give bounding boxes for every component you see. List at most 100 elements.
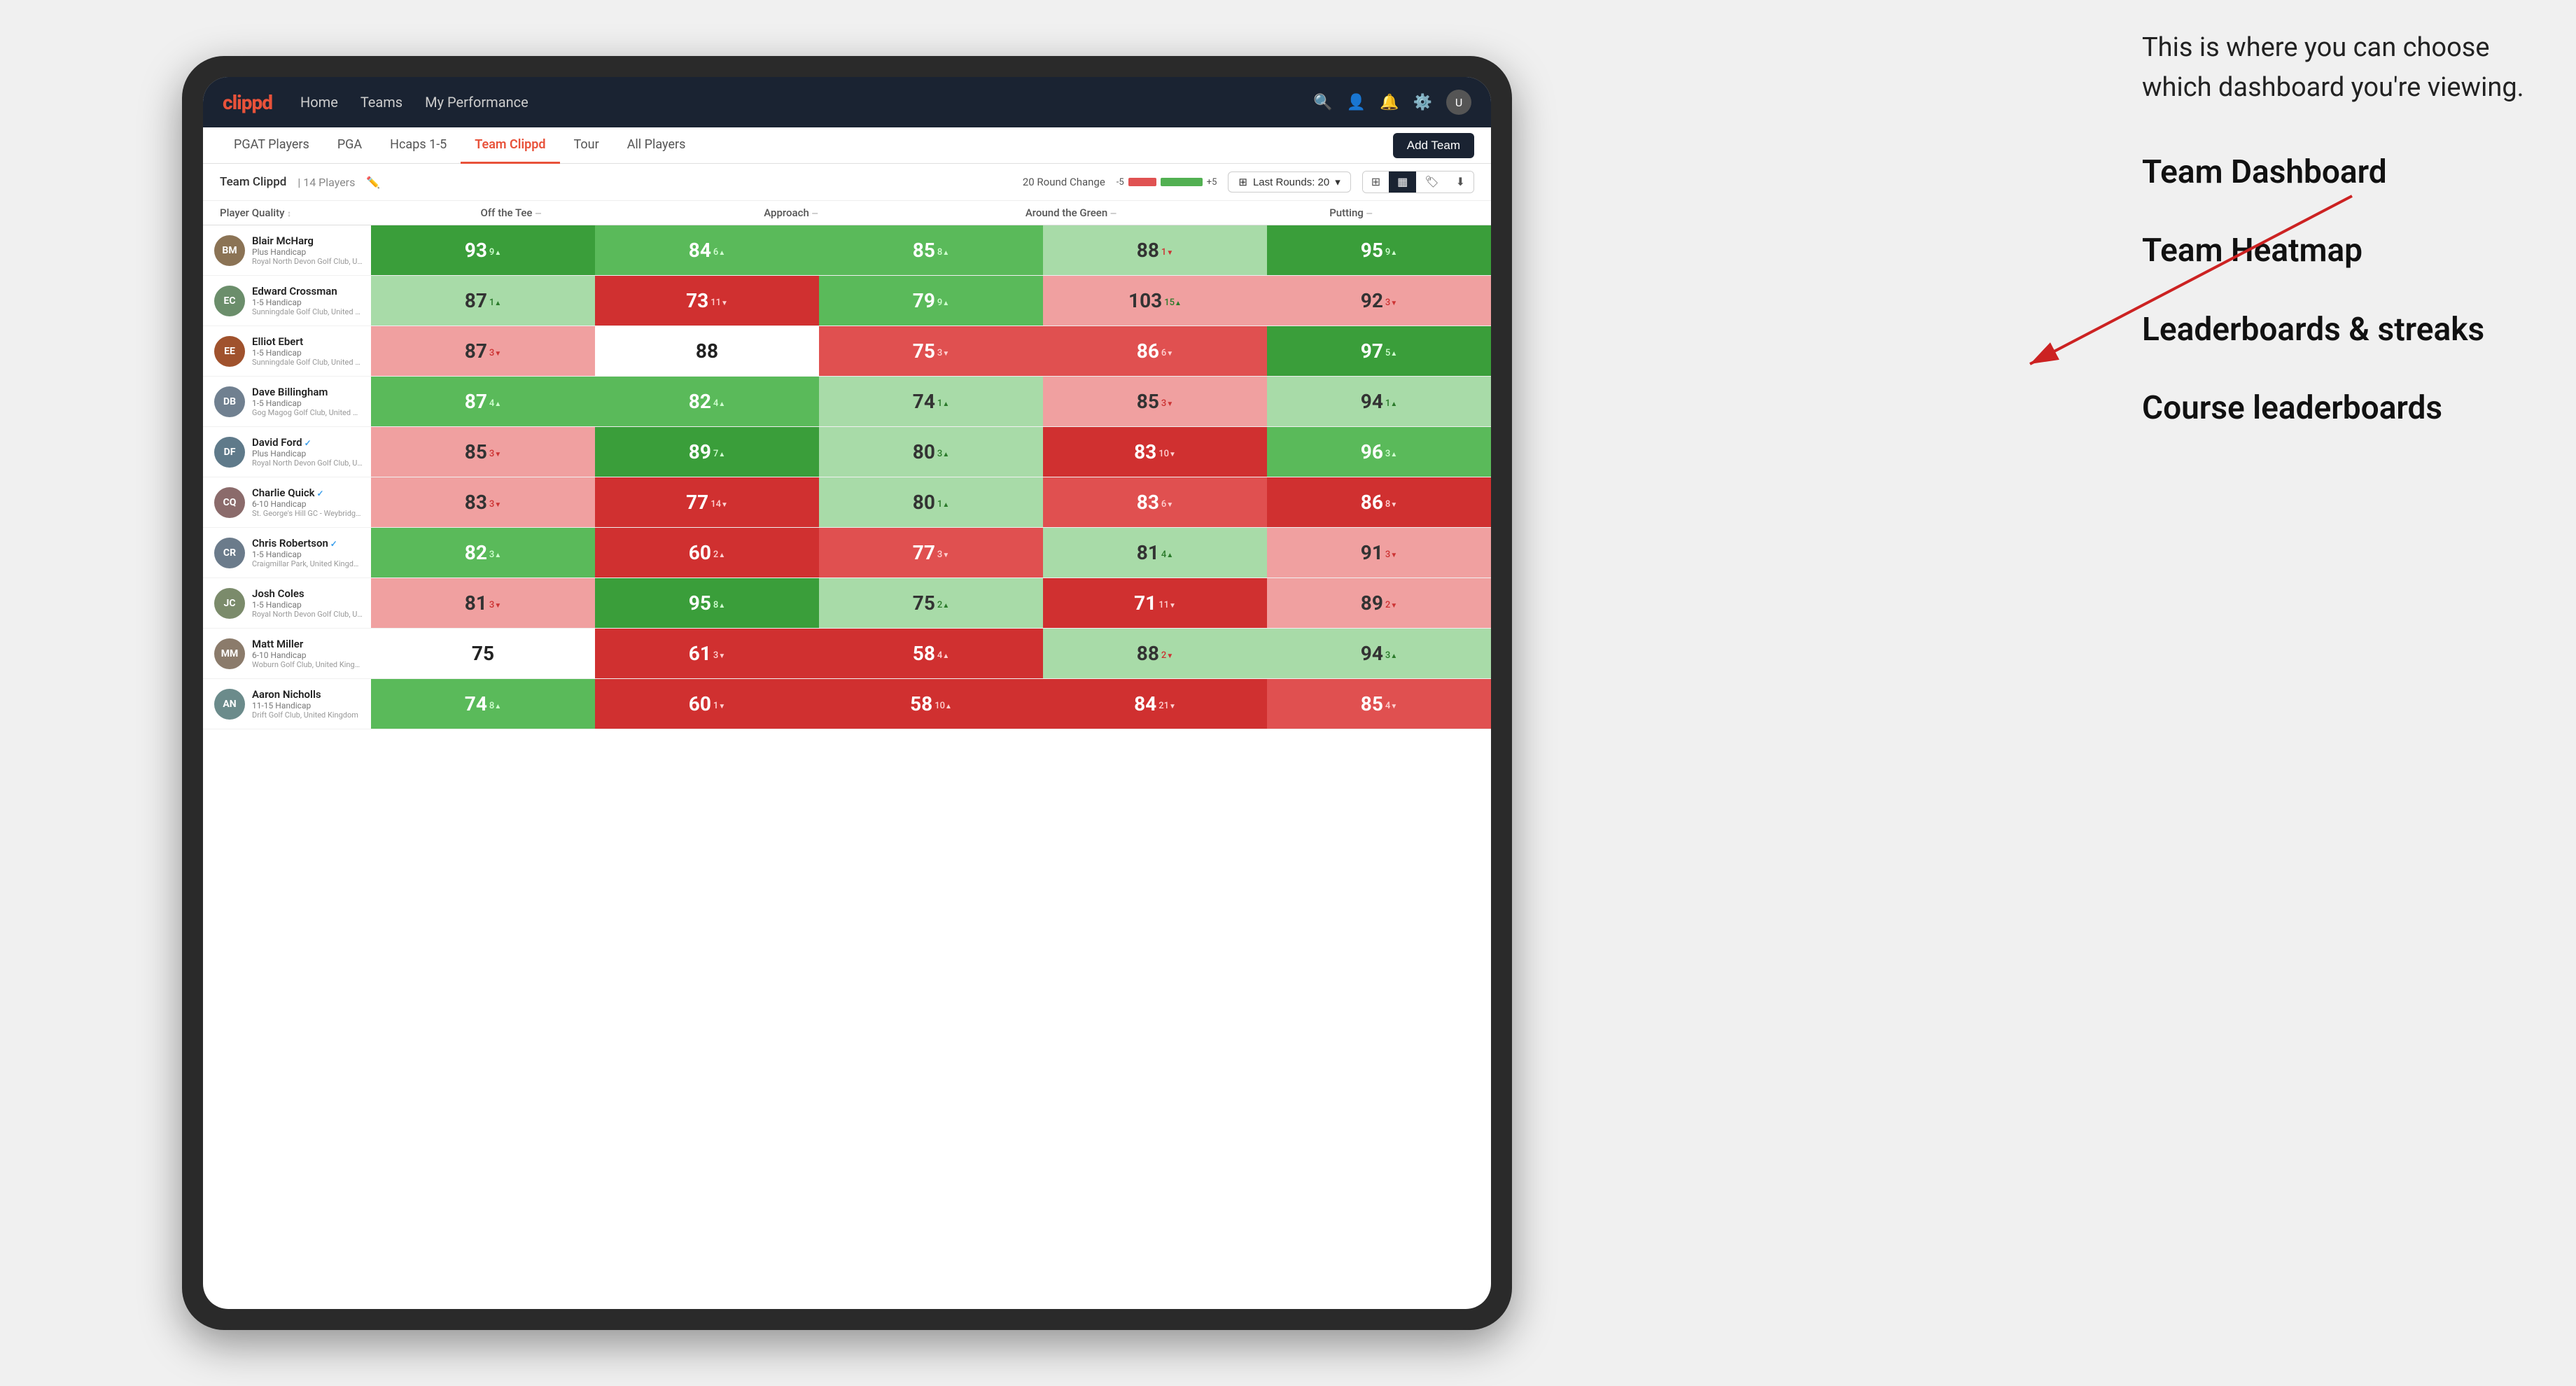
score-value: 61 (689, 642, 711, 665)
score-cell: 892 (1267, 578, 1491, 628)
bell-icon[interactable]: 🔔 (1380, 94, 1399, 111)
avatar: EE (214, 336, 245, 367)
score-cell: 799 (819, 276, 1043, 326)
score-inner: 7714 (686, 491, 728, 514)
search-icon[interactable]: 🔍 (1313, 94, 1332, 111)
score-value: 75 (472, 642, 494, 665)
score-cell: 823 (371, 528, 595, 578)
score-change: 1 (937, 499, 949, 510)
score-change: 1 (1385, 398, 1397, 409)
player-row[interactable]: CRChris Robertson ✓1-5 HandicapCraigmill… (203, 528, 1491, 578)
score-cell: 882 (1043, 629, 1267, 678)
score-inner: 939 (465, 239, 501, 262)
player-row[interactable]: MMMatt Miller6-10 HandicapWoburn Golf Cl… (203, 629, 1491, 679)
avatar[interactable]: U (1446, 90, 1471, 115)
score-change: 8 (489, 701, 501, 711)
player-row[interactable]: JCJosh Coles1-5 HandicapRoyal North Devo… (203, 578, 1491, 629)
player-handicap: Plus Handicap (252, 449, 363, 458)
nav-link-teams[interactable]: Teams (360, 94, 402, 111)
nav-links: Home Teams My Performance (300, 94, 1313, 111)
tab-hcaps[interactable]: Hcaps 1-5 (376, 127, 461, 164)
table-view-button[interactable]: ▦ (1389, 172, 1416, 192)
player-row[interactable]: EEElliot Ebert1-5 HandicapSunningdale Go… (203, 326, 1491, 377)
player-row[interactable]: ECEdward Crossman1-5 HandicapSunningdale… (203, 276, 1491, 326)
score-inner: 913 (1361, 541, 1397, 564)
player-row[interactable]: DFDavid Ford ✓Plus HandicapRoyal North D… (203, 427, 1491, 477)
nav-logo: clippd (223, 91, 272, 114)
score-cells: 87388753866975 (371, 326, 1491, 376)
tab-pga[interactable]: PGA (323, 127, 376, 164)
score-cells: 75613584882943 (371, 629, 1491, 678)
score-cell: 7311 (595, 276, 819, 326)
score-inner: 846 (689, 239, 725, 262)
score-value: 94 (1361, 642, 1383, 665)
score-change: 9 (937, 298, 949, 308)
score-change: 2 (1385, 600, 1397, 610)
user-icon[interactable]: 👤 (1347, 94, 1366, 111)
nav-link-my-performance[interactable]: My Performance (425, 94, 528, 111)
score-change: 4 (937, 650, 949, 661)
card-view-button[interactable]: 🏷 (1416, 172, 1447, 192)
score-cell: 741 (819, 377, 1043, 426)
player-info-matt-miller: MMMatt Miller6-10 HandicapWoburn Golf Cl… (203, 629, 371, 678)
last-rounds-button[interactable]: ⊞ Last Rounds: 20 ▾ (1228, 172, 1350, 192)
score-value: 89 (689, 440, 711, 463)
download-button[interactable]: ⬇ (1448, 172, 1474, 192)
tab-tour[interactable]: Tour (560, 127, 613, 164)
score-inner: 958 (689, 592, 725, 615)
player-name: Edward Crossman (252, 285, 363, 298)
view-toggle: ⊞ ▦ 🏷 ⬇ (1362, 171, 1474, 193)
score-inner: 7111 (1134, 592, 1176, 615)
score-change: 3 (489, 348, 501, 358)
score-change: 2 (713, 550, 725, 560)
score-inner: 858 (913, 239, 949, 262)
score-value: 93 (465, 239, 487, 262)
col-header-around-green[interactable]: Around the Green — (931, 206, 1211, 219)
tab-team-clippd[interactable]: Team Clippd (461, 127, 559, 164)
player-info-aaron-nicholls: ANAaron Nicholls11-15 HandicapDrift Golf… (203, 679, 371, 729)
settings-icon[interactable]: ⚙️ (1413, 94, 1432, 111)
col-header-approach[interactable]: Approach — (651, 206, 931, 219)
col-header-player-quality[interactable]: Player Quality ↕ (203, 206, 371, 219)
player-handicap: 1-5 Handicap (252, 550, 363, 559)
player-club: Royal North Devon Golf Club, United King… (252, 610, 363, 619)
verified-icon: ✓ (315, 489, 324, 498)
range-negative: -5 (1116, 177, 1124, 188)
edit-icon[interactable]: ✏️ (366, 176, 380, 189)
score-value: 71 (1134, 592, 1156, 615)
col-header-putting[interactable]: Putting — (1211, 206, 1491, 219)
score-inner: 871 (465, 289, 501, 312)
tab-all-players[interactable]: All Players (613, 127, 700, 164)
option-team-heatmap: Team Heatmap (2142, 228, 2534, 273)
grid-view-button[interactable]: ⊞ (1363, 172, 1389, 192)
avatar: DF (214, 437, 245, 468)
score-change: 4 (1161, 550, 1173, 560)
player-name: Blair McHarg (252, 234, 363, 247)
add-team-button[interactable]: Add Team (1393, 133, 1474, 158)
score-change: 1 (1161, 247, 1173, 258)
score-cell: 873 (371, 326, 595, 376)
player-club: Drift Golf Club, United Kingdom (252, 710, 363, 720)
avatar: CR (214, 538, 245, 568)
player-row[interactable]: BMBlair McHargPlus HandicapRoyal North D… (203, 225, 1491, 276)
nav-link-home[interactable]: Home (300, 94, 338, 111)
player-row[interactable]: CQCharlie Quick ✓6-10 HandicapSt. George… (203, 477, 1491, 528)
score-change: 1 (713, 701, 725, 711)
score-change: 3 (937, 449, 949, 459)
score-change: 3 (489, 449, 501, 459)
score-cells: 8139587527111892 (371, 578, 1491, 628)
score-inner: 874 (465, 390, 501, 413)
score-cell: 602 (595, 528, 819, 578)
player-row[interactable]: ANAaron Nicholls11-15 HandicapDrift Golf… (203, 679, 1491, 729)
dashboard-options-list: Team Dashboard Team Heatmap Leaderboards… (2142, 150, 2534, 431)
score-change: 8 (1385, 499, 1397, 510)
score-inner: 803 (913, 440, 949, 463)
tab-pgat-players[interactable]: PGAT Players (220, 127, 323, 164)
score-cell: 813 (371, 578, 595, 628)
col-header-off-tee[interactable]: Off the Tee — (371, 206, 651, 219)
score-change: 8 (937, 247, 949, 258)
score-cell: 753 (819, 326, 1043, 376)
player-row[interactable]: DBDave Billingham1-5 HandicapGog Magog G… (203, 377, 1491, 427)
player-club: Woburn Golf Club, United Kingdom (252, 660, 363, 669)
player-handicap: 1-5 Handicap (252, 298, 363, 307)
